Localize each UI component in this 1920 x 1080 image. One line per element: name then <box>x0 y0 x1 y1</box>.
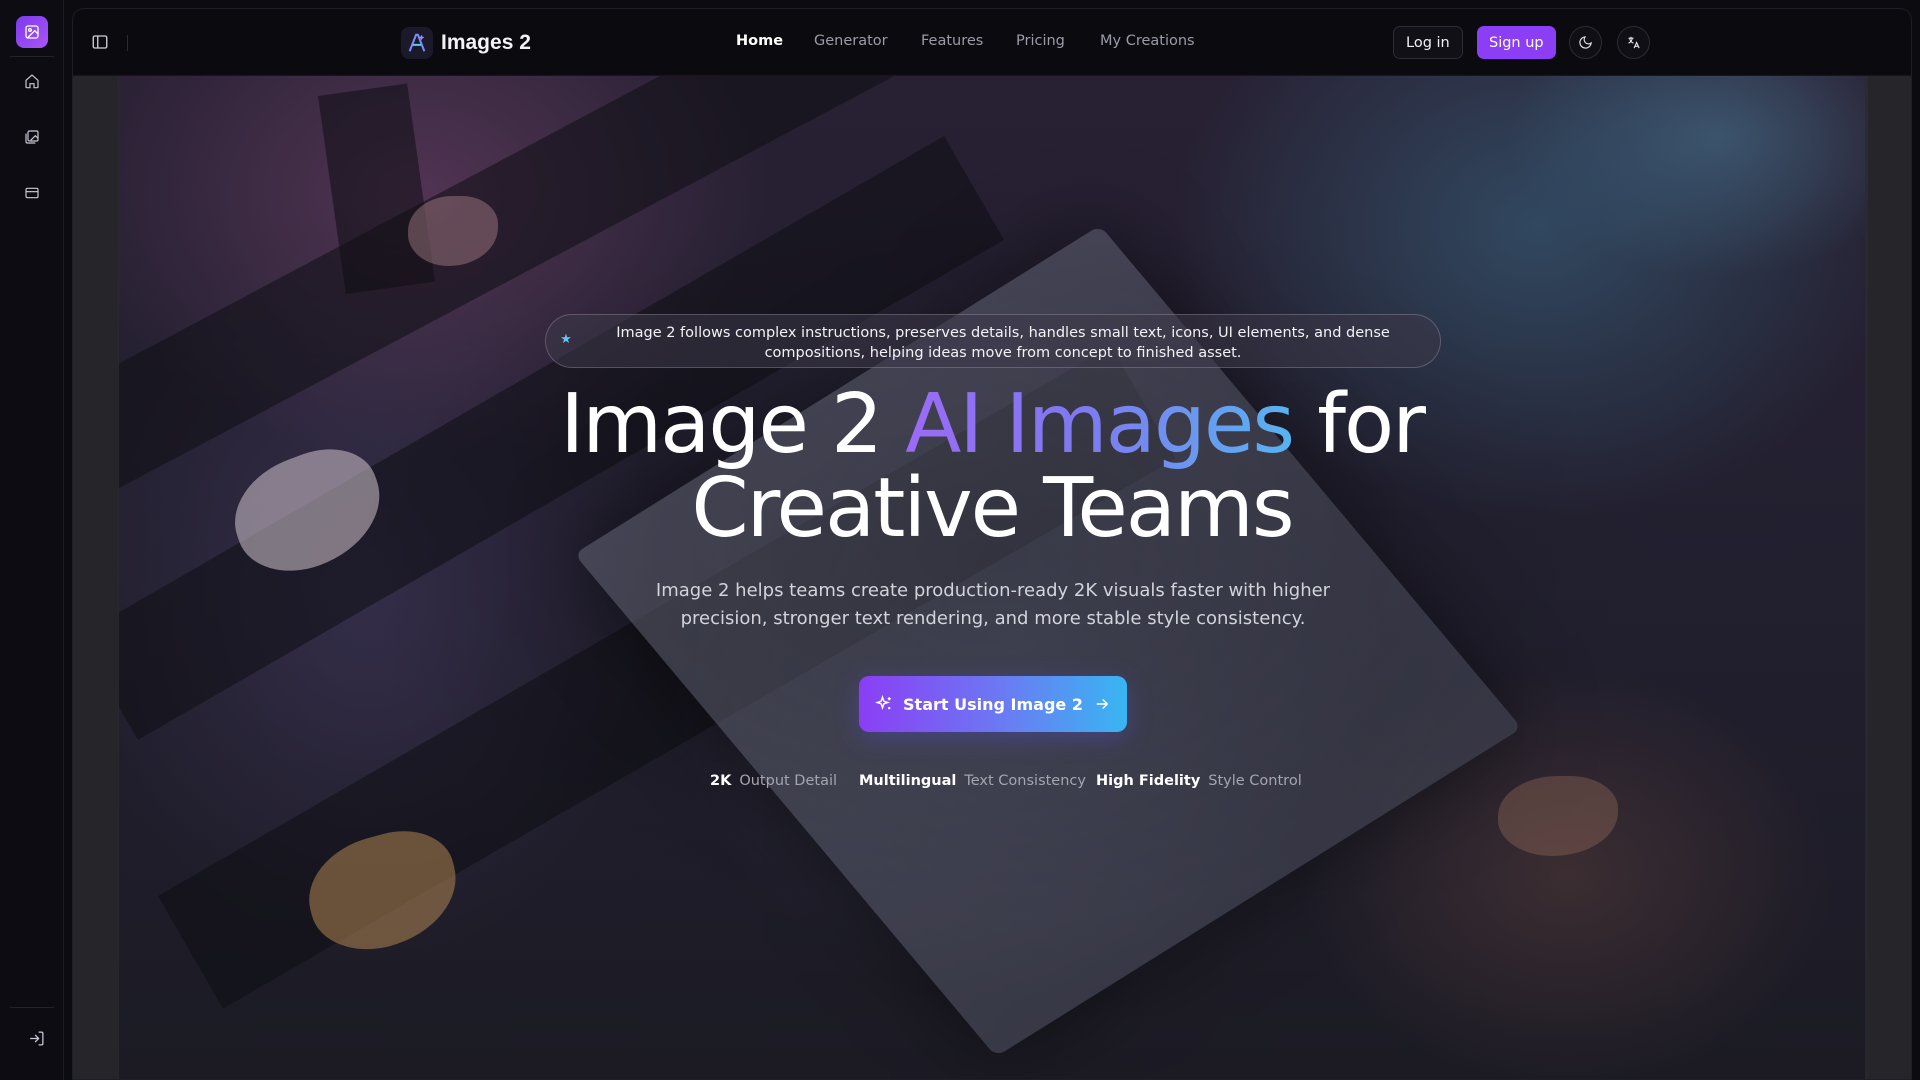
signup-button[interactable]: Sign up <box>1477 26 1556 59</box>
nav-features[interactable]: Features <box>921 33 983 49</box>
login-button[interactable]: Log in <box>1393 26 1463 59</box>
left-rail <box>0 0 64 1080</box>
stat-item: Multilingual Text Consistency <box>859 773 1086 789</box>
nav-generator[interactable]: Generator <box>814 33 888 49</box>
hero-subtitle: Image 2 helps teams create production-re… <box>655 580 1331 629</box>
top-navigation-bar: Images 2 Home Generator Features Pricing… <box>73 9 1911 76</box>
billing-icon[interactable] <box>18 179 46 207</box>
home-icon[interactable] <box>18 67 46 95</box>
main-frame: Images 2 Home Generator Features Pricing… <box>72 8 1912 1080</box>
moon-icon[interactable] <box>1569 26 1602 59</box>
app-logo-icon[interactable] <box>16 16 48 48</box>
brand-name: Images 2 <box>441 31 531 54</box>
hero-edge-right <box>1865 76 1911 1079</box>
translate-icon[interactable] <box>1617 26 1650 59</box>
title-highlight: AI Images <box>905 377 1295 472</box>
rail-divider <box>10 56 54 57</box>
title-line2: Creative Teams <box>691 461 1294 556</box>
sign-in-icon[interactable] <box>28 1030 46 1048</box>
stat-key: Multilingual <box>859 773 957 789</box>
start-using-button[interactable]: Start Using Image 2 <box>859 676 1127 732</box>
title-part2: for <box>1317 377 1426 472</box>
stat-value: Output Detail <box>739 773 838 789</box>
sidebar-toggle-icon[interactable] <box>91 33 111 53</box>
toolbar-divider <box>127 35 128 51</box>
hero-title: Image 2 AI Images for Creative Teams <box>73 383 1911 551</box>
hero-announcement-pill: ★ Image 2 follows complex instructions, … <box>545 314 1441 368</box>
stat-item: High Fidelity Style Control <box>1096 773 1302 789</box>
brand-logo-icon <box>401 27 433 59</box>
cta-label: Start Using Image 2 <box>903 694 1083 714</box>
title-part1: Image 2 <box>560 377 883 472</box>
stat-key: High Fidelity <box>1096 773 1201 789</box>
gallery-icon[interactable] <box>18 123 46 151</box>
stat-item: 2K Output Detail <box>710 773 837 789</box>
stat-key: 2K <box>710 773 732 789</box>
nav-pricing[interactable]: Pricing <box>1016 33 1065 49</box>
star-icon: ★ <box>560 332 572 347</box>
hero-edge-left <box>73 76 119 1079</box>
arrow-right-icon <box>1096 698 1109 710</box>
nav-my-creations[interactable]: My Creations <box>1100 33 1195 49</box>
rail-divider <box>10 1007 54 1008</box>
brand[interactable]: Images 2 <box>401 27 531 59</box>
nav-home[interactable]: Home <box>736 33 783 49</box>
pill-text: Image 2 follows complex instructions, pr… <box>616 325 1390 361</box>
stat-value: Style Control <box>1208 773 1302 789</box>
sparkles-icon <box>875 695 891 711</box>
stat-value: Text Consistency <box>964 773 1086 789</box>
